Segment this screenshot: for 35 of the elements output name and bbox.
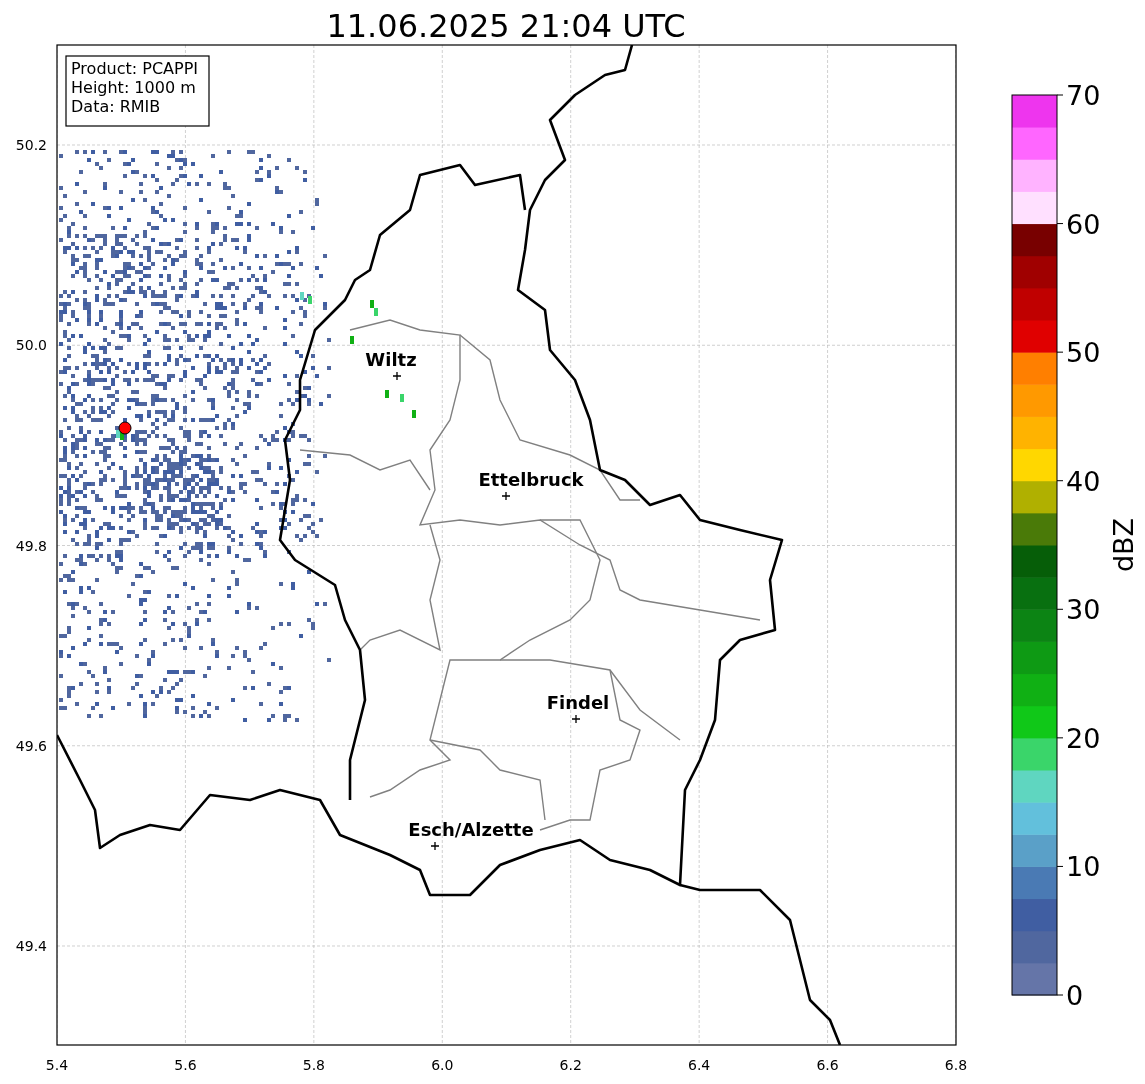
colorbar-tick-label: 30 [1066,594,1101,626]
colorbar-tick-label: 10 [1066,851,1101,883]
info-text: Data: RMIB [71,97,161,116]
info-text: Product: PCAPPI [71,59,198,78]
axis-tick-label: 5.4 [45,1057,69,1073]
colorbar-tick-label: 20 [1066,722,1101,754]
city-label: Findel [546,692,610,713]
radar-site-marker [118,421,132,435]
city-label: Wiltz [365,349,417,370]
axis-tick-label: 6.4 [688,1057,711,1073]
axis-tick-label: 49.8 [15,537,47,554]
info-text: Height: 1000 m [71,78,196,97]
colorbar-tick-label: 0 [1066,980,1084,1011]
axis-tick-label: 6.2 [559,1057,582,1073]
colorbar-tick-label: 50 [1066,337,1101,369]
colorbar-tick-label: 40 [1066,465,1101,497]
colorbar-tick-label: 70 [1066,80,1101,111]
city-label: Ettelbruck [478,469,584,490]
axis-tick-label: 49.6 [15,737,47,754]
chart-title: 11.06.2025 21:04 UTC [326,7,686,45]
axis-tick-label: 6.8 [944,1057,968,1073]
axis-tick-label: 50.0 [15,337,47,354]
city-marker-icon [392,371,402,381]
axis-tick-label: 5.8 [302,1057,325,1073]
axis-tick-label: 6.6 [816,1057,839,1073]
city-marker-icon [501,491,511,501]
colorbar-label: dBZ [1108,517,1139,573]
colorbar-tick-label: 60 [1066,208,1101,240]
city-marker-icon [430,841,440,851]
city-marker-icon [571,714,581,724]
axis-tick-label: 5.6 [174,1057,197,1073]
axis-tick-label: 49.4 [15,938,47,954]
city-label: Esch/Alzette [408,819,534,840]
axis-tick-label: 50.2 [15,137,47,153]
axis-tick-label: 6.0 [431,1057,454,1073]
